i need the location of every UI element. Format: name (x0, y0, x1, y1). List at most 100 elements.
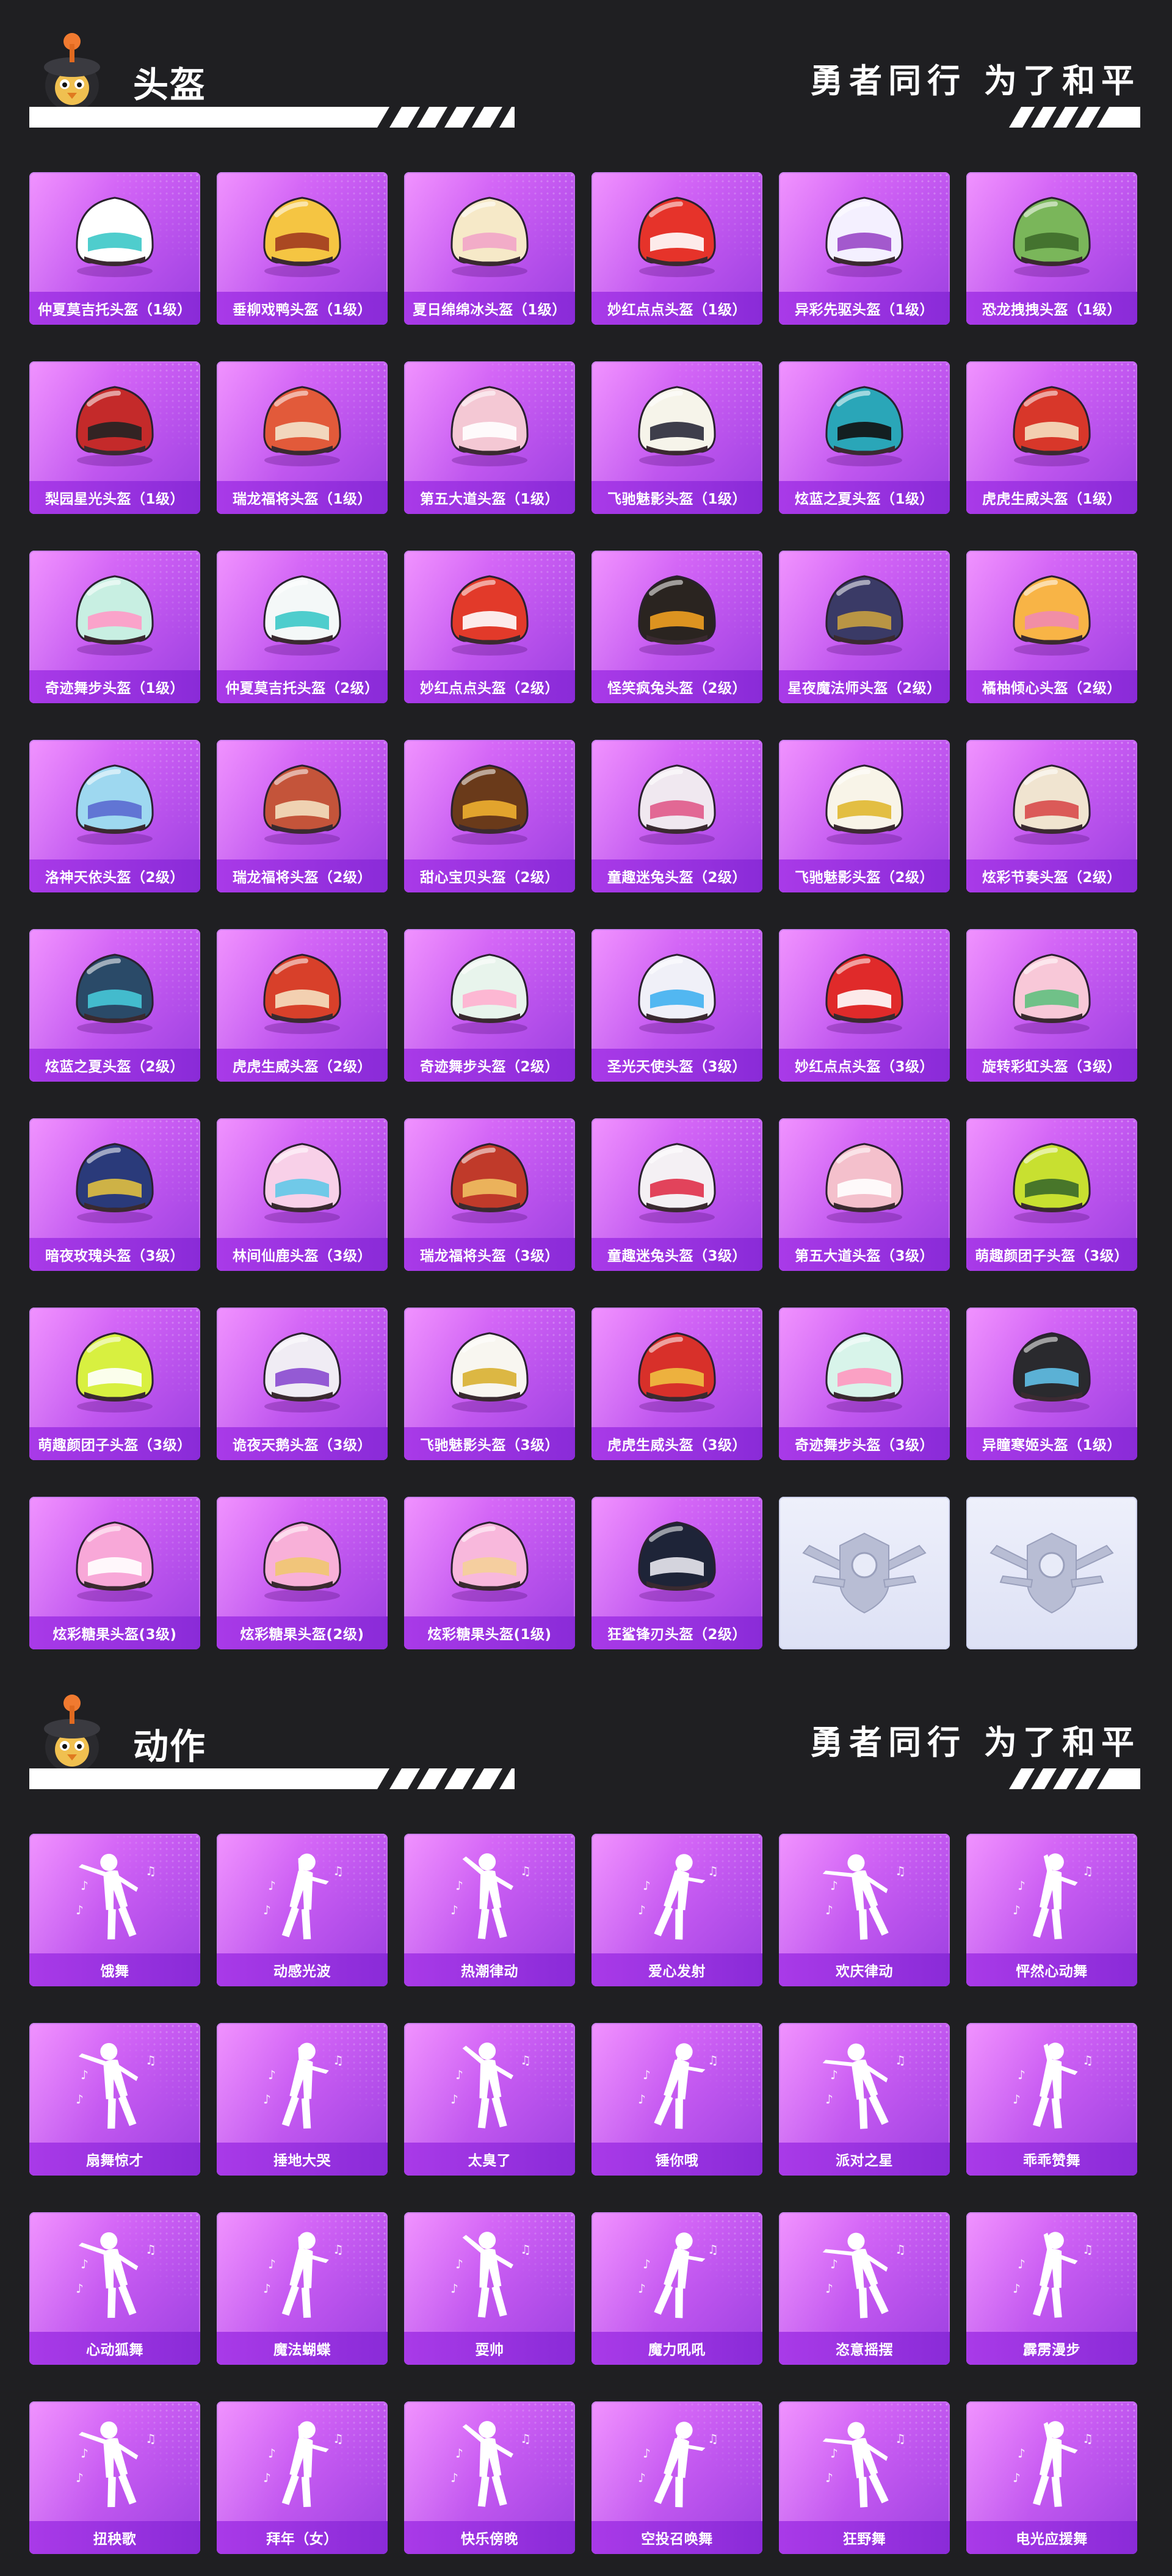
helmet-card[interactable]: 怪笑疯兔头盔（2级） (591, 551, 762, 703)
svg-text:♪: ♪ (81, 1878, 89, 1893)
helmet-card[interactable]: 暗夜玫瑰头盔（3级） (29, 1118, 200, 1271)
emote-card[interactable]: ♪ ♫ ♪ 锤你哦 (591, 2023, 762, 2176)
emote-card[interactable]: ♪ ♫ ♪ 乖乖赞舞 (966, 2023, 1137, 2176)
helmet-card[interactable]: 妙红点点头盔（1级） (591, 172, 762, 325)
helmet-card[interactable]: 童趣迷兔头盔（3级） (591, 1118, 762, 1271)
helmet-card[interactable]: 瑞龙福将头盔（2级） (217, 740, 388, 892)
card-label: 狂野舞 (779, 2521, 950, 2554)
emote-card[interactable]: ♪ ♫ ♪ 魔法蝴蝶 (217, 2212, 388, 2365)
helmet-card[interactable]: 瑞龙福将头盔（1级） (217, 361, 388, 514)
slogan-stripes (1009, 1768, 1140, 1789)
helmet-card[interactable]: 狂鲨锋刃头盔（2级） (591, 1497, 762, 1649)
card-label: 萌趣颜团子头盔（3级） (29, 1427, 200, 1460)
emote-card[interactable]: ♪ ♫ ♪ 霹雳漫步 (966, 2212, 1137, 2365)
card-label: 垂柳戏鸭头盔（1级） (217, 292, 388, 325)
helmet-card[interactable]: 夏日绵绵冰头盔（1级） (404, 172, 575, 325)
emote-card[interactable]: ♪ ♫ ♪ 爱心发射 (591, 1834, 762, 1986)
helmet-card[interactable]: 飞驰魅影头盔（1级） (591, 361, 762, 514)
helmet-card[interactable]: 诡夜天鹅头盔（3级） (217, 1308, 388, 1460)
emote-card[interactable]: ♪ ♫ ♪ 动感光波 (217, 1834, 388, 1986)
helmet-card[interactable]: 橘柚倾心头盔（2级） (966, 551, 1137, 703)
svg-text:♪: ♪ (825, 2281, 833, 2296)
svg-text:♪: ♪ (830, 2446, 838, 2461)
helmet-card[interactable]: 妙红点点头盔（2级） (404, 551, 575, 703)
helmet-card[interactable]: 奇迹舞步头盔（1级） (29, 551, 200, 703)
svg-text:♪: ♪ (638, 2281, 646, 2296)
helmet-card[interactable]: 仲夏莫吉托头盔（2级） (217, 551, 388, 703)
helmet-card[interactable]: 妙红点点头盔（3级） (779, 929, 950, 1082)
helmet-card[interactable]: 异彩先驱头盔（1级） (779, 172, 950, 325)
emote-card[interactable]: ♪ ♫ ♪ 扇舞惊才 (29, 2023, 200, 2176)
helmet-card[interactable]: 炫彩糖果头盔(3级) (29, 1497, 200, 1649)
emote-card[interactable]: ♪ ♫ ♪ 耍帅 (404, 2212, 575, 2365)
emote-card[interactable]: ♪ ♫ ♪ 空投召唤舞 (591, 2401, 762, 2554)
svg-text:♪: ♪ (455, 2257, 463, 2271)
emote-card[interactable]: ♪ ♫ ♪ 怦然心动舞 (966, 1834, 1137, 1986)
helmet-icon (263, 386, 341, 466)
helmet-card[interactable]: 萌趣颜团子头盔（3级） (29, 1308, 200, 1460)
dancer-silhouette-icon: ♪ ♫ ♪ (638, 2422, 718, 2508)
helmet-card[interactable]: 仲夏莫吉托头盔（1级） (29, 172, 200, 325)
helmet-card[interactable]: 恐龙拽拽头盔（1级） (966, 172, 1137, 325)
emote-card[interactable]: ♪ ♫ ♪ 电光应援舞 (966, 2401, 1137, 2554)
svg-text:♫: ♫ (520, 2242, 531, 2257)
emote-card[interactable]: ♪ ♫ ♪ 魔力吼吼 (591, 2212, 762, 2365)
helmet-card[interactable]: 第五大道头盔（1级） (404, 361, 575, 514)
card-label: 童趣迷兔头盔（2级） (591, 859, 762, 892)
emote-card[interactable]: ♪ ♫ ♪ 热潮律动 (404, 1834, 575, 1986)
helmet-card[interactable]: 虎虎生威头盔（1级） (966, 361, 1137, 514)
helmet-card[interactable]: 炫蓝之夏头盔（1级） (779, 361, 950, 514)
helmet-icon (76, 1521, 154, 1602)
helmet-card[interactable]: 瑞龙福将头盔（3级） (404, 1118, 575, 1271)
emote-card[interactable]: ♪ ♫ ♪ 快乐傍晚 (404, 2401, 575, 2554)
card-label: 空投召唤舞 (591, 2521, 762, 2554)
helmet-card[interactable]: 第五大道头盔（3级） (779, 1118, 950, 1271)
helmet-card[interactable]: 炫蓝之夏头盔（2级） (29, 929, 200, 1082)
emote-card[interactable]: ♪ ♫ ♪ 捶地大哭 (217, 2023, 388, 2176)
card-label: 捶地大哭 (217, 2143, 388, 2176)
helmet-card[interactable]: 林间仙鹿头盔（3级） (217, 1118, 388, 1271)
helmet-card[interactable]: 异瞳寒姬头盔（1级） (966, 1308, 1137, 1460)
emote-card[interactable]: ♪ ♫ ♪ 恣意摇摆 (779, 2212, 950, 2365)
helmet-card[interactable]: 洛神天依头盔（2级） (29, 740, 200, 892)
card-label: 拜年（女） (217, 2521, 388, 2554)
helmet-icon (638, 1332, 716, 1413)
emote-card[interactable]: ♪ ♫ ♪ 太臭了 (404, 2023, 575, 2176)
helmet-card[interactable]: 飞驰魅影头盔（2级） (779, 740, 950, 892)
dancer-silhouette-icon: ♪ ♫ ♪ (1013, 2232, 1093, 2318)
emote-card[interactable]: ♪ ♫ ♪ 狂野舞 (779, 2401, 950, 2554)
helmet-card[interactable]: 萌趣颜团子头盔（3级） (966, 1118, 1137, 1271)
emote-card[interactable]: ♪ ♫ ♪ 欢庆律动 (779, 1834, 950, 1986)
pubg-emblem-icon (989, 1532, 1114, 1614)
emote-card[interactable]: ♪ ♫ ♪ 心动狐舞 (29, 2212, 200, 2365)
emote-card[interactable]: ♪ ♫ ♪ 派对之星 (779, 2023, 950, 2176)
card-label: 炫彩节奏头盔（2级） (966, 859, 1137, 892)
card-label: 乖乖赞舞 (966, 2143, 1137, 2176)
helmet-card[interactable]: 梨园星光头盔（1级） (29, 361, 200, 514)
emote-card[interactable]: ♪ ♫ ♪ 扭秧歌 (29, 2401, 200, 2554)
helmet-card[interactable]: 炫彩节奏头盔（2级） (966, 740, 1137, 892)
emote-card[interactable]: ♪ ♫ ♪ 饿舞 (29, 1834, 200, 1986)
helmet-card[interactable]: 虎虎生威头盔（2级） (217, 929, 388, 1082)
card-label: 萌趣颜团子头盔（3级） (966, 1238, 1137, 1271)
dancer-silhouette-icon: ♪ ♫ ♪ (76, 1853, 156, 1940)
helmet-card[interactable]: 奇迹舞步头盔（3级） (779, 1308, 950, 1460)
helmet-card[interactable]: 奇迹舞步头盔（2级） (404, 929, 575, 1082)
helmet-card[interactable]: 炫彩糖果头盔(1级) (404, 1497, 575, 1649)
helmet-icon (825, 1143, 903, 1223)
helmet-card[interactable]: 圣光天使头盔（3级） (591, 929, 762, 1082)
title-underline-stripes (29, 1768, 515, 1789)
svg-text:♫: ♫ (520, 1864, 531, 1878)
helmet-card[interactable]: 星夜魔法师头盔（2级） (779, 551, 950, 703)
card-label: 饿舞 (29, 1953, 200, 1986)
helmet-card[interactable]: 垂柳戏鸭头盔（1级） (217, 172, 388, 325)
helmet-card[interactable]: 旋转彩虹头盔（3级） (966, 929, 1137, 1082)
emote-card[interactable]: ♪ ♫ ♪ 拜年（女） (217, 2401, 388, 2554)
helmet-card[interactable]: 甜心宝贝头盔（2级） (404, 740, 575, 892)
helmet-icon (638, 575, 716, 656)
helmet-card[interactable]: 虎虎生威头盔（3级） (591, 1308, 762, 1460)
svg-text:♪: ♪ (638, 2470, 646, 2485)
helmet-card[interactable]: 童趣迷兔头盔（2级） (591, 740, 762, 892)
helmet-card[interactable]: 飞驰魅影头盔（3级） (404, 1308, 575, 1460)
helmet-card[interactable]: 炫彩糖果头盔(2级) (217, 1497, 388, 1649)
